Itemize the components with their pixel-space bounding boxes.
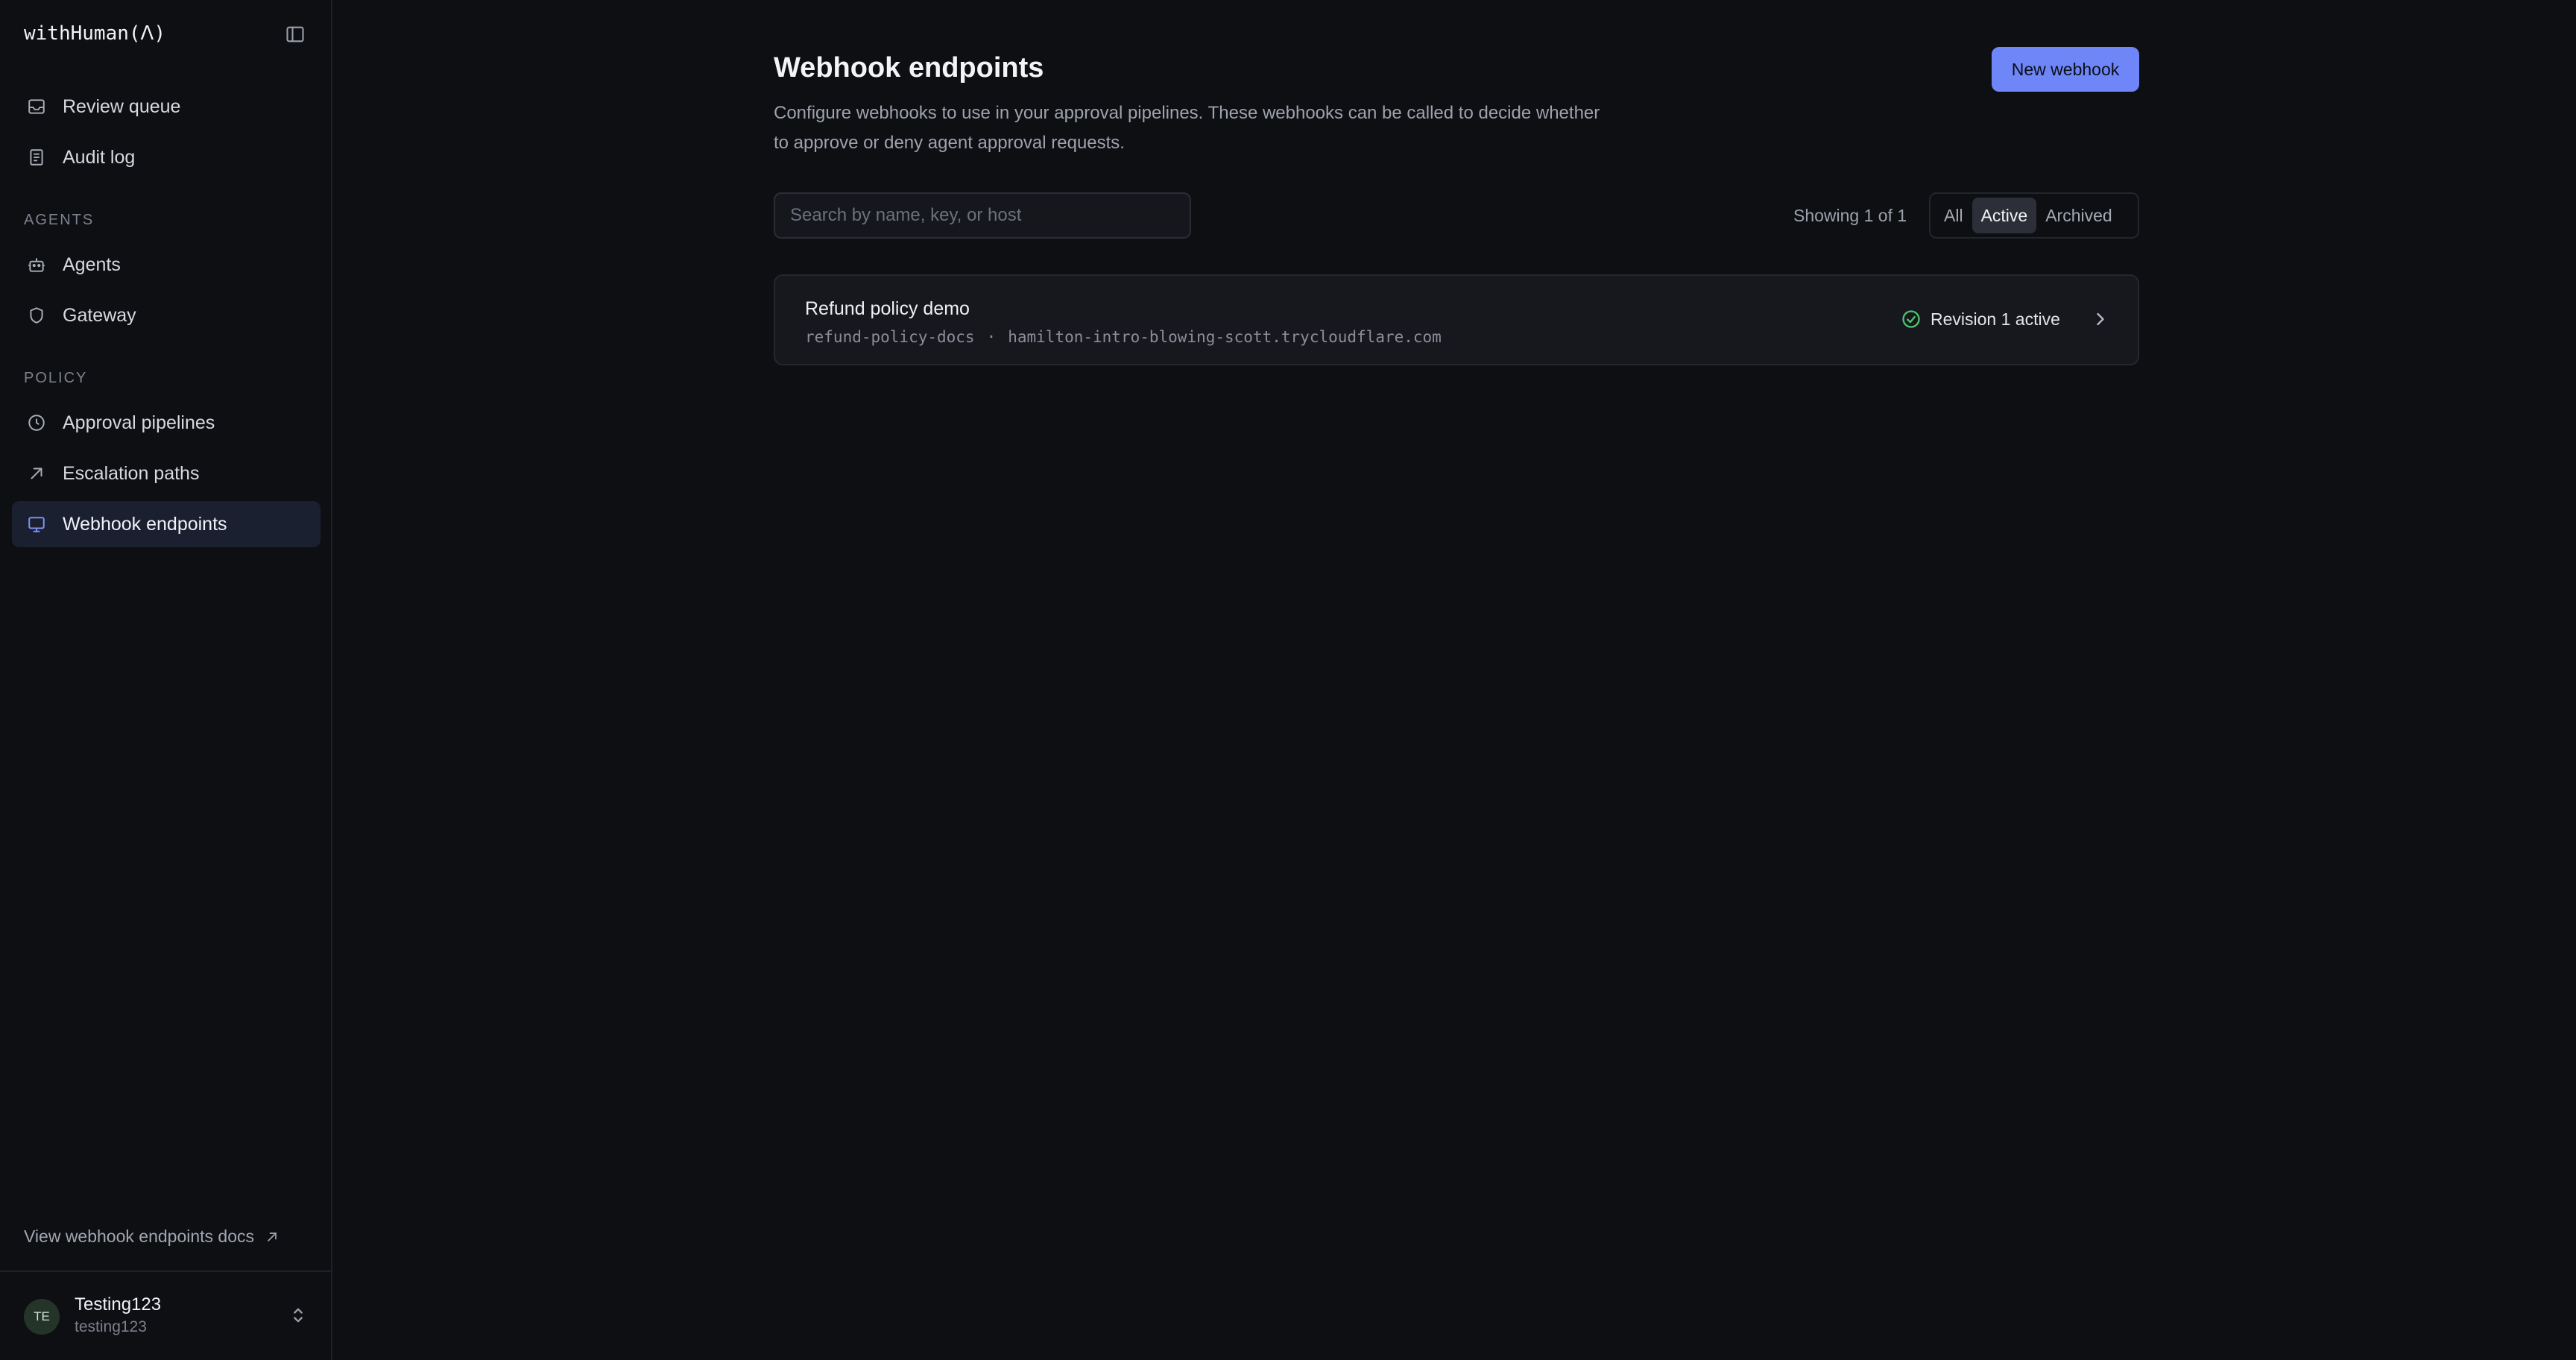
sidebar-item-escalation-paths[interactable]: Escalation paths xyxy=(12,450,321,497)
page-title: Webhook endpoints xyxy=(774,52,1044,84)
section-label-agents: AGENTS xyxy=(24,212,95,228)
clock-icon xyxy=(25,412,48,434)
sidebar-item-label: Webhook endpoints xyxy=(63,513,227,535)
sidebar: withHuman(ᐱ) Review queue Audit log AGEN… xyxy=(0,0,332,1360)
robot-icon xyxy=(25,254,48,276)
user-handle: testing123 xyxy=(75,1318,147,1335)
filter-archived[interactable]: Archived xyxy=(2036,198,2121,233)
sidebar-item-label: Approval pipelines xyxy=(63,412,215,433)
status-filter: All Active Archived xyxy=(1929,192,2139,239)
meta-separator: · xyxy=(986,328,997,346)
sidebar-item-review-queue[interactable]: Review queue xyxy=(12,84,321,130)
endpoint-row[interactable]: Refund policy demo refund-policy-docs · … xyxy=(774,274,2139,365)
document-icon xyxy=(25,146,48,169)
check-circle-icon xyxy=(1901,309,1922,330)
sidebar-item-gateway[interactable]: Gateway xyxy=(12,292,321,339)
filter-active[interactable]: Active xyxy=(1972,198,2037,233)
new-webhook-button[interactable]: New webhook xyxy=(1992,47,2139,92)
endpoint-status-label: Revision 1 active xyxy=(1931,309,2060,329)
sidebar-item-label: Gateway xyxy=(63,304,136,326)
results-count: Showing 1 of 1 xyxy=(1793,206,1907,225)
section-label-policy: POLICY xyxy=(24,370,88,386)
endpoint-key: refund-policy-docs xyxy=(805,328,975,346)
chevrons-up-down-icon[interactable] xyxy=(288,1305,309,1326)
external-link-icon xyxy=(265,1230,280,1244)
avatar: TE xyxy=(24,1299,60,1335)
sidebar-item-webhook-endpoints[interactable]: Webhook endpoints xyxy=(12,501,321,547)
user-name: Testing123 xyxy=(75,1294,162,1315)
sidebar-item-label: Review queue xyxy=(63,95,181,117)
endpoint-name: Refund policy demo xyxy=(805,298,970,319)
user-menu[interactable]: TE Testing123 testing123 xyxy=(0,1271,331,1360)
sidebar-item-label: Audit log xyxy=(63,146,136,168)
page-description: Configure webhooks to use in your approv… xyxy=(774,103,1600,153)
chevron-right-icon xyxy=(2090,309,2111,330)
app-root: withHuman(ᐱ) Review queue Audit log AGEN… xyxy=(0,0,2576,1360)
docs-link[interactable]: View webhook endpoints docs xyxy=(24,1227,280,1247)
endpoint-meta: refund-policy-docs · hamilton-intro-blow… xyxy=(805,328,1442,346)
sidebar-item-approval-pipelines[interactable]: Approval pipelines xyxy=(12,400,321,446)
sidebar-item-agents[interactable]: Agents xyxy=(12,242,321,288)
sidebar-item-audit-log[interactable]: Audit log xyxy=(12,134,321,180)
brand-logo[interactable]: withHuman(ᐱ) xyxy=(24,22,165,45)
sidebar-toggle-icon[interactable] xyxy=(283,22,307,46)
filter-all[interactable]: All xyxy=(1935,198,1972,233)
sidebar-item-label: Agents xyxy=(63,254,121,275)
docs-link-label: View webhook endpoints docs xyxy=(24,1227,255,1246)
monitor-icon xyxy=(25,513,48,535)
sidebar-item-label: Escalation paths xyxy=(63,462,200,484)
inbox-icon xyxy=(25,95,48,118)
arrow-up-right-icon xyxy=(25,462,48,485)
search-input[interactable] xyxy=(774,192,1191,239)
endpoint-host: hamilton-intro-blowing-scott.trycloudfla… xyxy=(1008,328,1442,346)
shield-icon xyxy=(25,304,48,327)
endpoint-status: Revision 1 active xyxy=(1901,309,2060,330)
